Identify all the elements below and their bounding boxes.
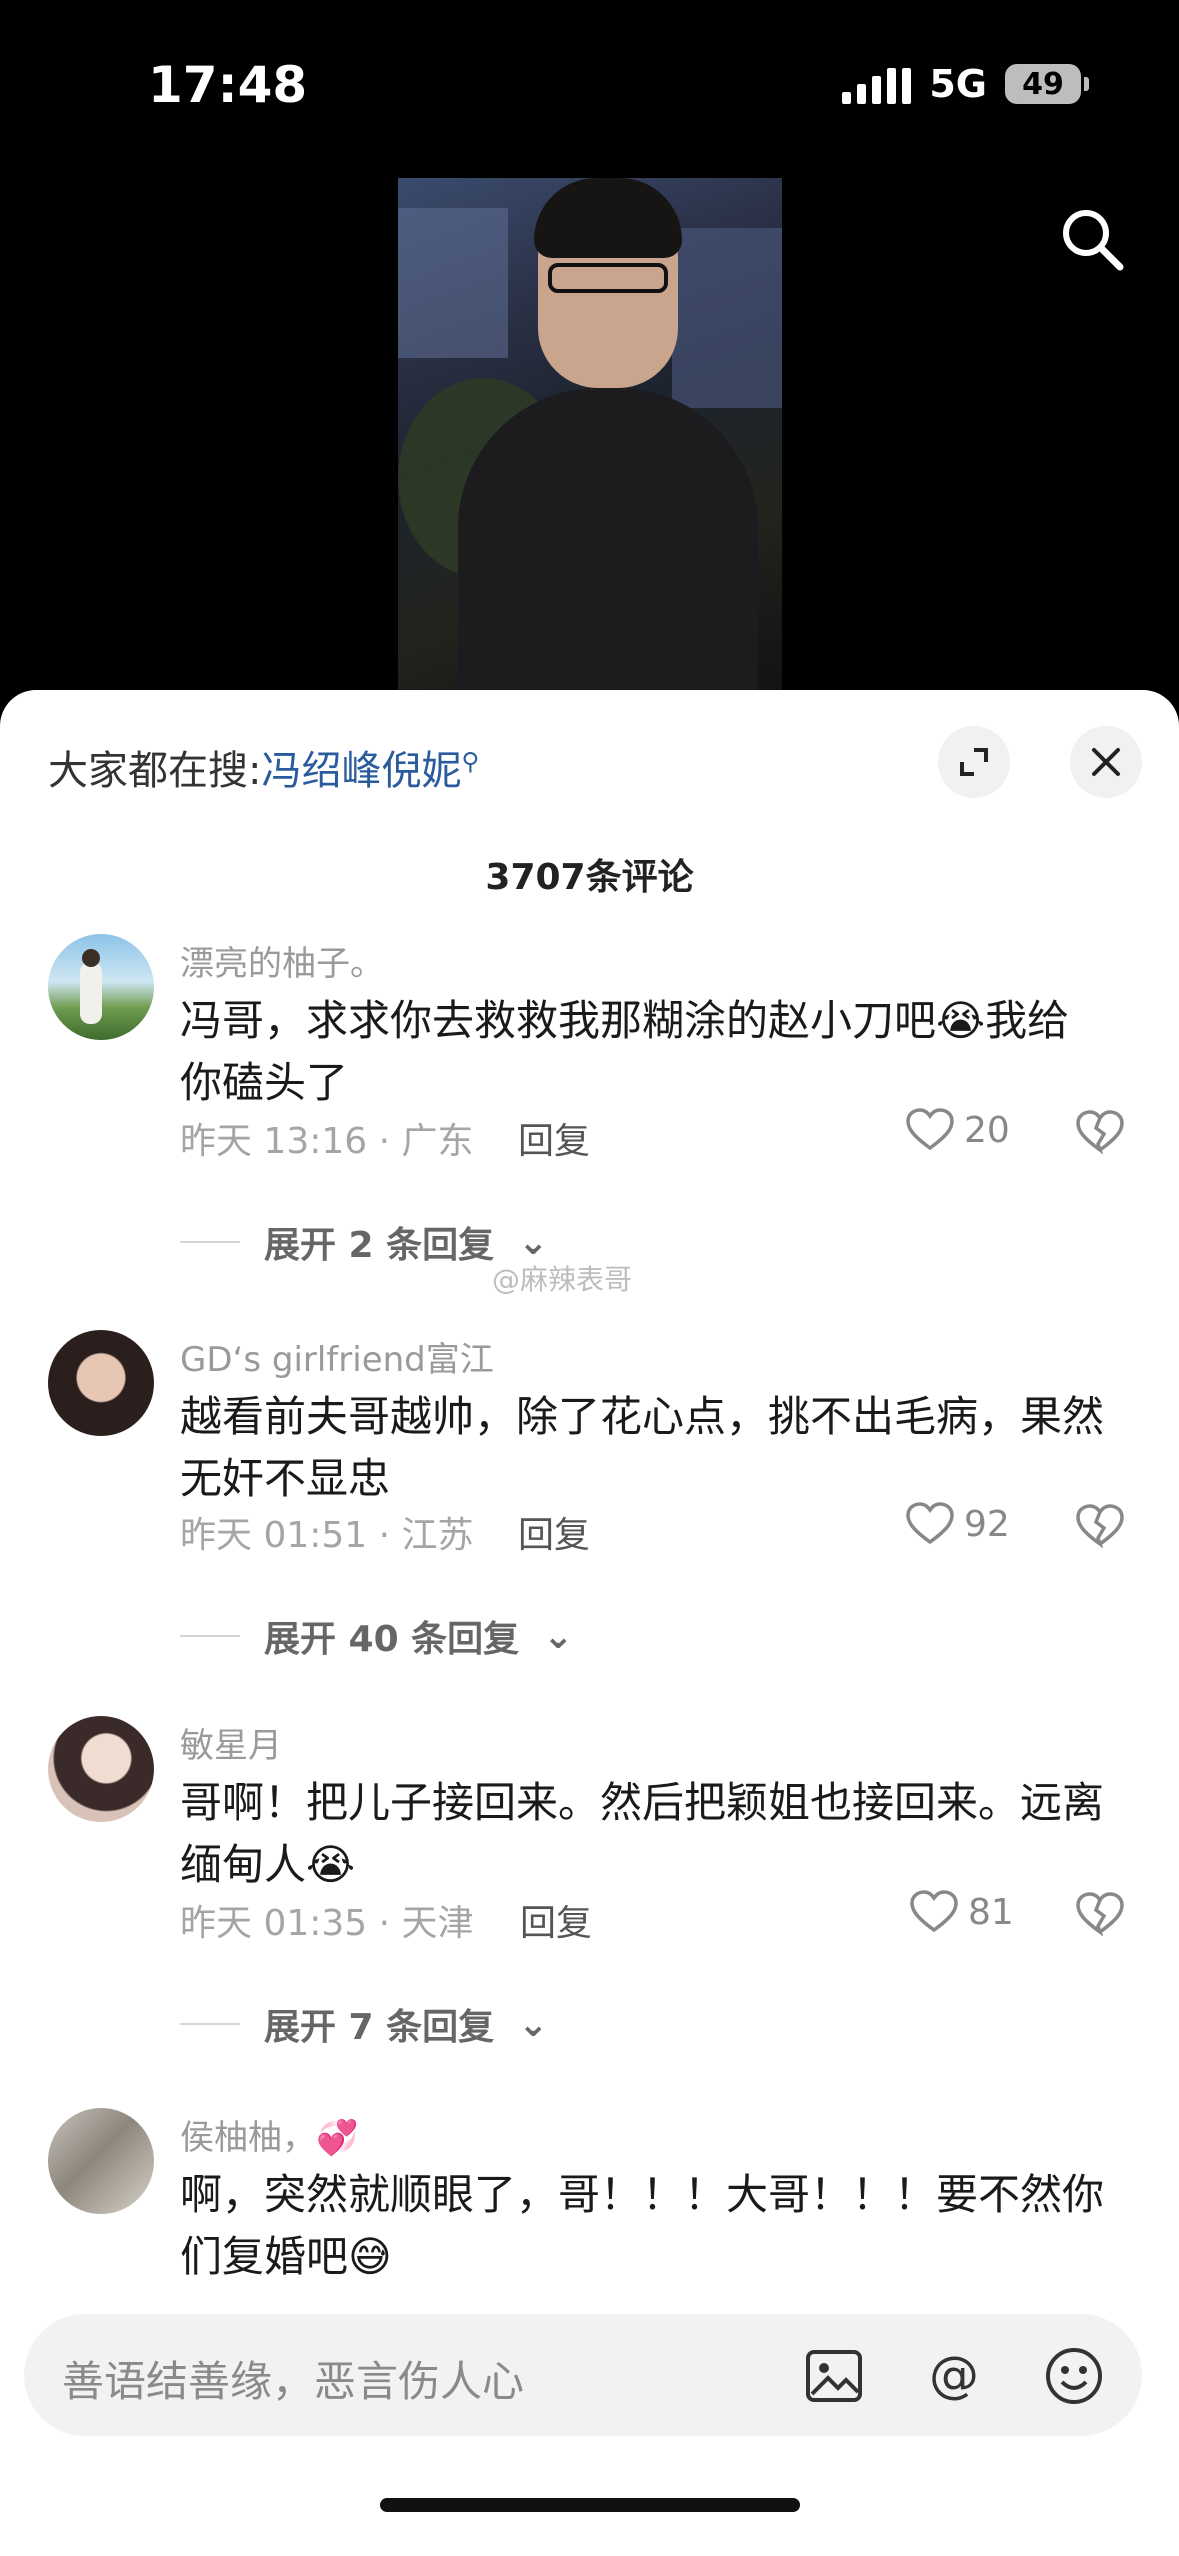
like-button[interactable]: 20 [906,1108,1010,1152]
avatar[interactable] [48,1330,154,1436]
expand-label: 展开 2 条回复 [264,1225,495,1266]
emoji-icon[interactable] [1042,2344,1106,2408]
battery-icon: 49 [1005,64,1089,104]
chevron-down-icon: ⌄ [518,2003,549,2045]
close-icon[interactable] [1070,726,1142,798]
heart-icon [906,1502,954,1545]
avatar[interactable] [48,1716,154,1822]
like-button[interactable]: 81 [910,1890,1014,1934]
avatar[interactable] [48,2108,154,2214]
signal-icon [842,64,912,104]
comment-text: 冯哥，求求你去救救我那糊涂的赵小刀吧😭我给你磕头了 [180,996,1070,1107]
reply-button[interactable]: 回复 [520,1894,592,1946]
expand-icon[interactable] [938,726,1010,798]
like-button[interactable]: 92 [906,1502,1010,1546]
hot-search-keyword[interactable]: 冯绍峰倪妮 [261,748,461,794]
home-indicator[interactable] [380,2498,800,2512]
status-time: 17:48 [148,56,308,114]
chevron-down-icon: ⌄ [543,1615,574,1657]
like-count: 92 [964,1503,1010,1545]
username[interactable]: GD‘s girlfriend富江 [180,1332,494,1381]
comment-sheet: 大家都在搜:冯绍峰倪妮⚲ 3707条评论 漂亮的柚子。 冯哥，求求你去救救我那糊… [0,690,1179,2556]
comment-text: 哥啊！把儿子接回来。然后把颖姐也接回来。远离缅甸人😭 [180,1778,1105,1889]
comment-meta: 昨天 01:35 · 天津 [180,1903,474,1944]
search-icon[interactable] [1058,205,1128,275]
expand-replies[interactable]: 展开 7 条回复 ⌄ [180,1998,548,2050]
username[interactable]: 侯柚柚，💞 [180,2110,358,2159]
comment-text: 越看前夫哥越帅，除了花心点，挑不出毛病，果然无奸不显忠 [180,1392,1105,1503]
like-count: 20 [964,1109,1010,1151]
like-count: 81 [968,1891,1014,1933]
image-icon[interactable] [802,2344,866,2408]
watermark: @麻辣表哥 [492,1263,633,1296]
comment-meta: 昨天 01:51 · 江苏 [180,1515,474,1556]
expand-replies[interactable]: 展开 40 条回复 ⌄ [180,1610,573,1662]
heart-icon [910,1890,958,1933]
network-type: 5G [929,62,987,106]
expand-label: 展开 7 条回复 [264,2007,495,2048]
comment-count: 3707条评论 [485,857,694,898]
reply-button[interactable]: 回复 [518,1506,590,1558]
username[interactable]: 敏星月 [180,1718,282,1767]
comment-text: 啊，突然就顺眼了，哥！！！大哥！！！要不然你们复婚吧😅 [180,2170,1105,2281]
heart-icon [906,1108,954,1151]
broken-heart-icon[interactable] [1076,1892,1124,1940]
chevron-down-icon: ⌄ [518,1221,549,1263]
username[interactable]: 漂亮的柚子。 [180,936,384,985]
battery-level: 49 [1022,66,1064,102]
expand-label: 展开 40 条回复 [264,1619,520,1660]
avatar[interactable] [48,934,154,1040]
hot-search-prefix: 大家都在搜: [48,748,262,794]
at-icon[interactable]: @ [922,2344,986,2408]
broken-heart-icon[interactable] [1076,1504,1124,1552]
comment-meta: 昨天 13:16 · 广东 [180,1121,474,1162]
video-frame[interactable] [398,178,782,698]
hot-search[interactable]: 大家都在搜:冯绍峰倪妮⚲ [48,738,479,796]
comment-input-placeholder: 善语结善缘，恶言伤人心 [62,2357,525,2406]
svg-text:@: @ [929,2346,979,2404]
comment-input[interactable]: 善语结善缘，恶言伤人心 @ [24,2314,1142,2436]
small-search-icon: ⚲ [461,747,480,776]
status-indicators: 5G 49 [842,62,1089,106]
broken-heart-icon[interactable] [1076,1110,1124,1158]
reply-button[interactable]: 回复 [518,1112,590,1164]
